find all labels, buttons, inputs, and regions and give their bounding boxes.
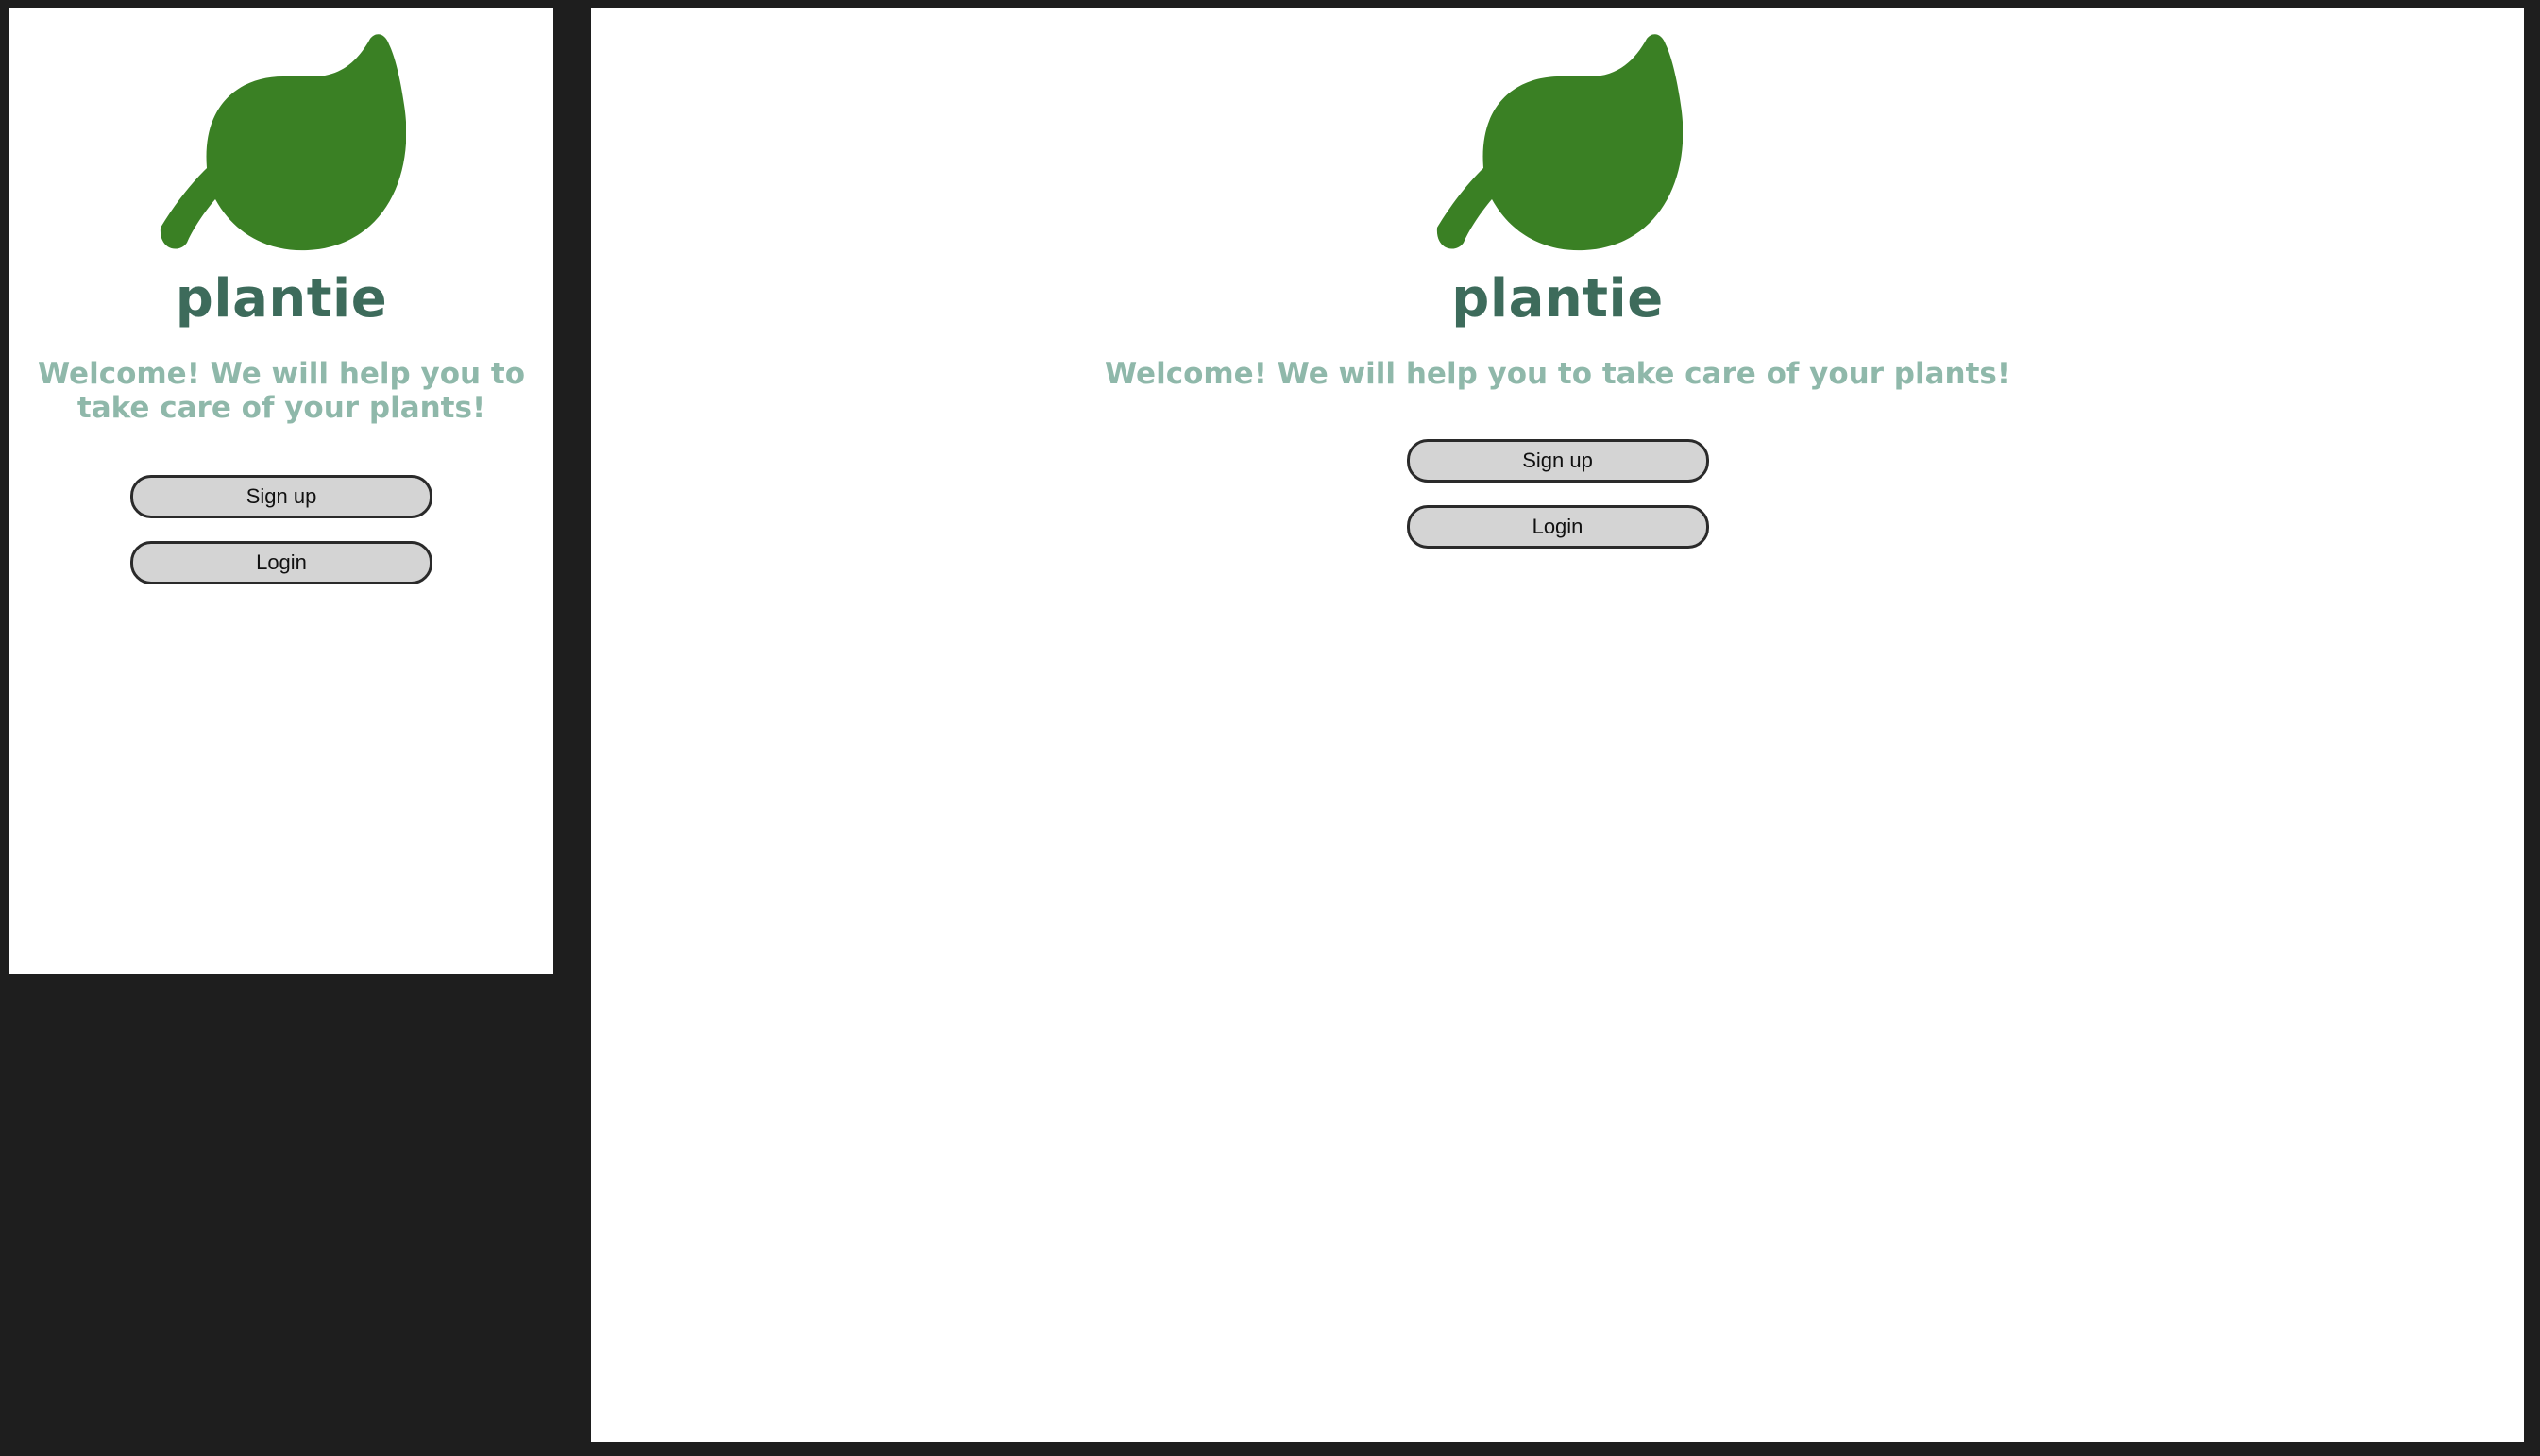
welcome-message: Welcome! We will help you to take care o…	[1104, 357, 2011, 392]
leaf-icon	[1436, 34, 1683, 251]
login-button[interactable]: Login	[130, 540, 432, 584]
signup-button[interactable]: Sign up	[130, 474, 432, 518]
signup-button[interactable]: Sign up	[1406, 439, 1709, 483]
leaf-icon	[160, 34, 406, 251]
desktop-preview: plantie Welcome! We will help you to tak…	[591, 8, 2524, 1442]
welcome-screen: plantie Welcome! We will help you to tak…	[9, 8, 553, 584]
preview-stage: plantie Welcome! We will help you to tak…	[0, 0, 2540, 1456]
mobile-preview: plantie Welcome! We will help you to tak…	[9, 8, 553, 974]
brand-name: plantie	[1451, 268, 1664, 330]
brand-name: plantie	[175, 268, 388, 330]
welcome-screen: plantie Welcome! We will help you to tak…	[591, 8, 2524, 550]
welcome-message: Welcome! We will help you to take care o…	[37, 357, 526, 426]
login-button[interactable]: Login	[1406, 505, 1709, 550]
